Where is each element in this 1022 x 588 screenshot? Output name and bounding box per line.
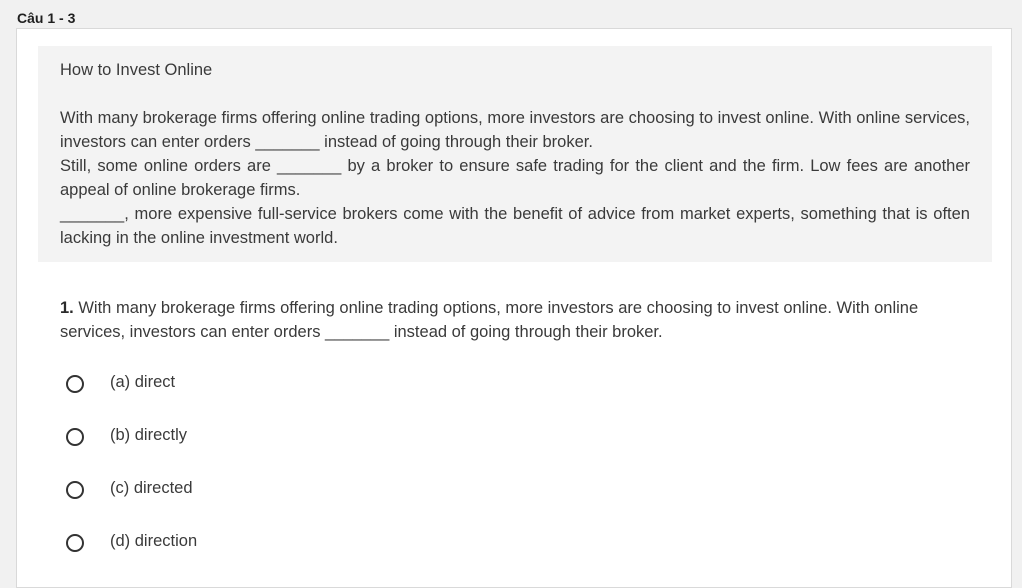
radio-button[interactable] <box>66 428 84 446</box>
option-label: (a) direct <box>110 373 176 391</box>
question-prompt: 1. With many brokerage firms offering on… <box>60 296 972 344</box>
option-label: (b) directly <box>110 426 188 444</box>
section-label: Câu 1 - 3 <box>17 10 76 26</box>
passage-title: How to Invest Online <box>60 61 213 79</box>
answer-options: (a) direct (b) directly (c) directed (d)… <box>66 370 466 582</box>
radio-button[interactable] <box>66 375 84 393</box>
passage-paragraph: With many brokerage firms offering onlin… <box>60 109 970 151</box>
answer-option-c[interactable]: (c) directed <box>66 476 466 529</box>
question-text: With many brokerage firms offering onlin… <box>60 299 919 341</box>
answer-option-d[interactable]: (d) direction <box>66 529 466 582</box>
radio-button[interactable] <box>66 534 84 552</box>
passage-paragraph: _______, more expensive full-service bro… <box>60 205 970 247</box>
option-label: (c) directed <box>110 479 193 497</box>
option-label: (d) direction <box>110 532 198 550</box>
question-number: 1. <box>60 299 74 317</box>
question-card: How to Invest Online With many brokerage… <box>16 28 1012 588</box>
passage-paragraph: Still, some online orders are _______ by… <box>60 157 970 199</box>
reading-passage: How to Invest Online With many brokerage… <box>38 46 992 262</box>
answer-option-a[interactable]: (a) direct <box>66 370 466 423</box>
radio-button[interactable] <box>66 481 84 499</box>
passage-body: With many brokerage firms offering onlin… <box>60 106 970 250</box>
answer-option-b[interactable]: (b) directly <box>66 423 466 476</box>
